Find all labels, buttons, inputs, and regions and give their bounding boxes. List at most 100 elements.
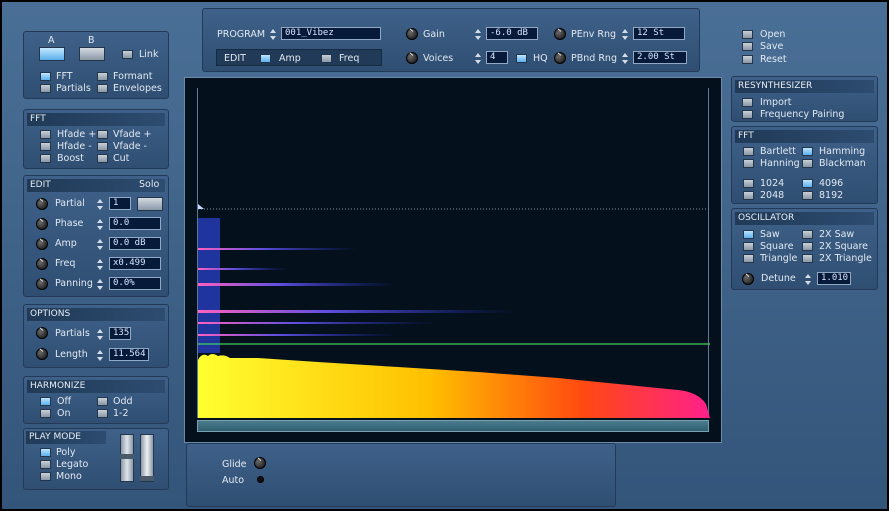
pbnd-knob[interactable] xyxy=(554,52,566,64)
partials-knob[interactable] xyxy=(36,327,48,339)
bartlett-checkbox[interactable] xyxy=(743,147,754,156)
solo-button[interactable] xyxy=(137,197,163,211)
amp-stepper[interactable] xyxy=(97,239,103,250)
voices-field[interactable]: 4 xyxy=(486,51,508,64)
size-1024-checkbox[interactable] xyxy=(743,179,754,188)
freq-label: Freq xyxy=(339,53,360,64)
square-checkbox[interactable] xyxy=(743,242,754,251)
square2-checkbox[interactable] xyxy=(802,242,813,251)
penv-field[interactable]: 12 St xyxy=(633,27,685,40)
triangle-checkbox[interactable] xyxy=(743,254,754,263)
boost-checkbox[interactable] xyxy=(40,154,51,163)
phase-stepper[interactable] xyxy=(97,219,103,230)
link-checkbox[interactable] xyxy=(122,50,133,59)
reset-checkbox[interactable] xyxy=(742,55,753,64)
import-checkbox[interactable] xyxy=(742,98,753,107)
voices-stepper[interactable] xyxy=(475,53,481,64)
saw2-checkbox[interactable] xyxy=(802,230,813,239)
pbnd-field[interactable]: 2.00 St xyxy=(633,51,687,64)
b-button[interactable] xyxy=(79,47,105,61)
program-stepper[interactable] xyxy=(270,29,276,40)
timeline-scrollbar[interactable] xyxy=(197,420,709,432)
panning-stepper[interactable] xyxy=(97,279,103,290)
save-label[interactable]: Save xyxy=(760,41,783,52)
vfade-minus-checkbox[interactable] xyxy=(97,142,108,151)
hamming-checkbox[interactable] xyxy=(802,147,813,156)
glide-knob[interactable] xyxy=(254,457,266,469)
pbnd-stepper[interactable] xyxy=(622,53,628,64)
fft-view-checkbox[interactable] xyxy=(40,72,51,81)
voices-knob[interactable] xyxy=(406,52,418,64)
oscillator-panel-title: OSCILLATOR xyxy=(735,212,874,225)
poly-checkbox[interactable] xyxy=(40,448,51,457)
save-checkbox[interactable] xyxy=(742,42,753,51)
freq-checkbox[interactable] xyxy=(321,54,332,63)
phase-knob[interactable] xyxy=(36,218,48,230)
partials-count-stepper[interactable] xyxy=(97,329,103,340)
program-field[interactable]: 001_Vibez xyxy=(281,27,381,40)
hq-checkbox[interactable] xyxy=(516,54,527,63)
panning-field[interactable]: 0.0% xyxy=(109,277,161,290)
amp-knob[interactable] xyxy=(36,238,48,250)
partial-streak-1 xyxy=(198,248,358,250)
partial-stepper[interactable] xyxy=(97,199,103,210)
detune-stepper[interactable] xyxy=(805,274,811,285)
cut-checkbox[interactable] xyxy=(97,154,108,163)
hfade-minus-checkbox[interactable] xyxy=(40,142,51,151)
mono-checkbox[interactable] xyxy=(40,472,51,481)
envelopes-checkbox[interactable] xyxy=(97,84,108,93)
partial-knob[interactable] xyxy=(36,198,48,210)
length-stepper[interactable] xyxy=(97,350,103,361)
mod-wheel-notch xyxy=(140,476,154,481)
b-label: B xyxy=(88,35,95,46)
freq-field[interactable]: x0.499 xyxy=(109,257,161,270)
freq-knob[interactable] xyxy=(36,258,48,270)
harmonize-odd-checkbox[interactable] xyxy=(97,397,108,406)
vfade-plus-checkbox[interactable] xyxy=(97,130,108,139)
legato-checkbox[interactable] xyxy=(40,460,51,469)
gain-knob[interactable] xyxy=(406,28,418,40)
partials-view-checkbox[interactable] xyxy=(40,84,51,93)
pairing-checkbox[interactable] xyxy=(742,110,753,119)
hfade-plus-checkbox[interactable] xyxy=(40,130,51,139)
partial-field[interactable]: 1 xyxy=(109,197,131,210)
auto-led[interactable] xyxy=(257,476,264,483)
phase-field[interactable]: 0.0 xyxy=(109,217,161,230)
amp-checkbox[interactable] xyxy=(260,54,271,63)
penv-knob[interactable] xyxy=(554,28,566,40)
harmonize-on-checkbox[interactable] xyxy=(40,409,51,418)
a-button[interactable] xyxy=(39,47,65,61)
triangle2-checkbox[interactable] xyxy=(802,254,813,263)
size-8192-checkbox[interactable] xyxy=(802,191,813,200)
detune-field[interactable]: 1.010 xyxy=(817,272,851,285)
harmonize-ratio-checkbox[interactable] xyxy=(97,409,108,418)
length-field[interactable]: 11.564 xyxy=(109,348,149,361)
mod-wheel[interactable] xyxy=(140,434,154,482)
gain-stepper[interactable] xyxy=(475,29,481,40)
formant-checkbox[interactable] xyxy=(97,72,108,81)
partials-count-field[interactable]: 135 xyxy=(109,327,131,340)
gain-field[interactable]: -6.0 dB xyxy=(486,27,538,40)
saw-checkbox[interactable] xyxy=(743,230,754,239)
spectrum-plot[interactable] xyxy=(197,88,710,418)
detune-knob[interactable] xyxy=(742,273,754,285)
size-2048-checkbox[interactable] xyxy=(743,191,754,200)
length-knob[interactable] xyxy=(36,348,48,360)
size-4096-checkbox[interactable] xyxy=(802,179,813,188)
hanning-checkbox[interactable] xyxy=(743,159,754,168)
reset-label[interactable]: Reset xyxy=(760,54,787,65)
freq-stepper[interactable] xyxy=(97,259,103,270)
open-label[interactable]: Open xyxy=(760,29,785,40)
app-window: PROGRAM 001_Vibez EDIT Amp Freq Gain -6.… xyxy=(0,0,889,511)
panning-label: Panning xyxy=(55,278,93,289)
panning-knob[interactable] xyxy=(36,278,48,290)
harmonize-off-label: Off xyxy=(57,396,72,407)
open-checkbox[interactable] xyxy=(742,30,753,39)
harmonize-off-checkbox[interactable] xyxy=(40,397,51,406)
penv-stepper[interactable] xyxy=(622,29,628,40)
hfade-plus-label: Hfade + xyxy=(57,129,97,140)
import-label: Import xyxy=(760,97,792,108)
size-8192-label: 8192 xyxy=(819,190,844,201)
amp-field[interactable]: 0.0 dB xyxy=(109,237,161,250)
blackman-checkbox[interactable] xyxy=(802,159,813,168)
